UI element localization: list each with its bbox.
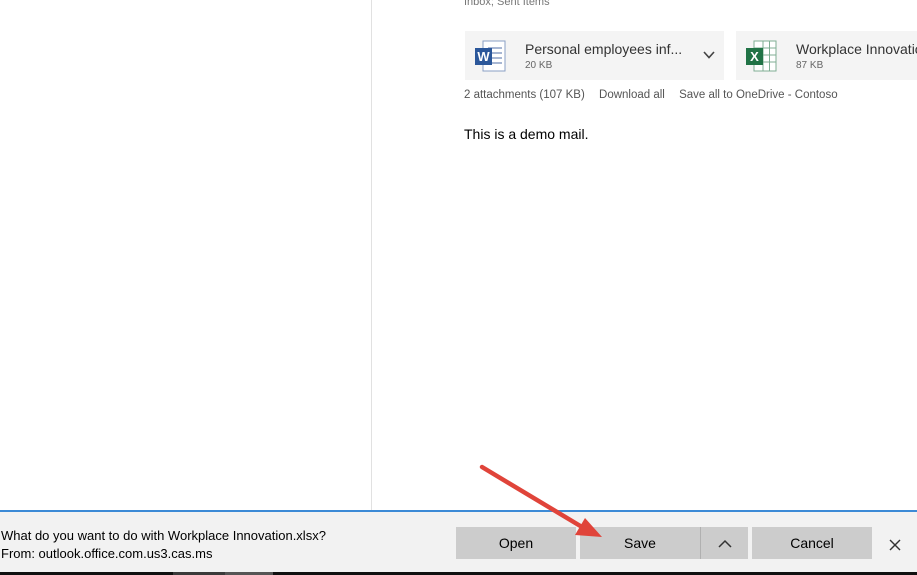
close-icon[interactable]: [884, 536, 906, 554]
svg-text:X: X: [750, 49, 759, 64]
message-body: This is a demo mail.: [464, 126, 589, 142]
attachment-card-excel[interactable]: X Workplace Innovatio 87 KB: [736, 31, 917, 80]
attachment-actions: 2 attachments (107 KB) Download all Save…: [464, 89, 849, 101]
app-window: Inbox; Sent Items W Personal employees i…: [0, 0, 917, 575]
attachment-name: Personal employees inf...: [525, 41, 683, 57]
excel-icon: X: [744, 39, 778, 73]
download-question: What do you want to do with Workplace In…: [1, 528, 326, 543]
cancel-button[interactable]: Cancel: [752, 527, 872, 559]
chevron-down-icon[interactable]: [702, 48, 716, 62]
save-all-onedrive-link[interactable]: Save all to OneDrive - Contoso: [679, 89, 838, 101]
download-source: From: outlook.office.com.us3.cas.ms: [1, 546, 213, 561]
svg-text:W: W: [477, 49, 490, 64]
reading-pane: Inbox; Sent Items W Personal employees i…: [372, 0, 917, 510]
chevron-up-icon: [717, 540, 732, 548]
attachment-size: 20 KB: [525, 60, 553, 71]
download-all-link[interactable]: Download all: [599, 89, 665, 101]
save-button[interactable]: Save: [580, 527, 700, 559]
message-folders: Inbox; Sent Items: [464, 0, 550, 8]
save-options-button[interactable]: [700, 527, 748, 559]
attachment-summary: 2 attachments (107 KB): [464, 89, 585, 101]
attachment-size: 87 KB: [796, 60, 824, 71]
word-icon: W: [473, 39, 507, 73]
message-list-pane: [0, 0, 371, 510]
open-button[interactable]: Open: [456, 527, 576, 559]
attachment-card-word[interactable]: W Personal employees inf... 20 KB: [465, 31, 724, 80]
attachment-name: Workplace Innovatio: [796, 41, 917, 57]
download-notification-bar: What do you want to do with Workplace In…: [0, 510, 917, 575]
